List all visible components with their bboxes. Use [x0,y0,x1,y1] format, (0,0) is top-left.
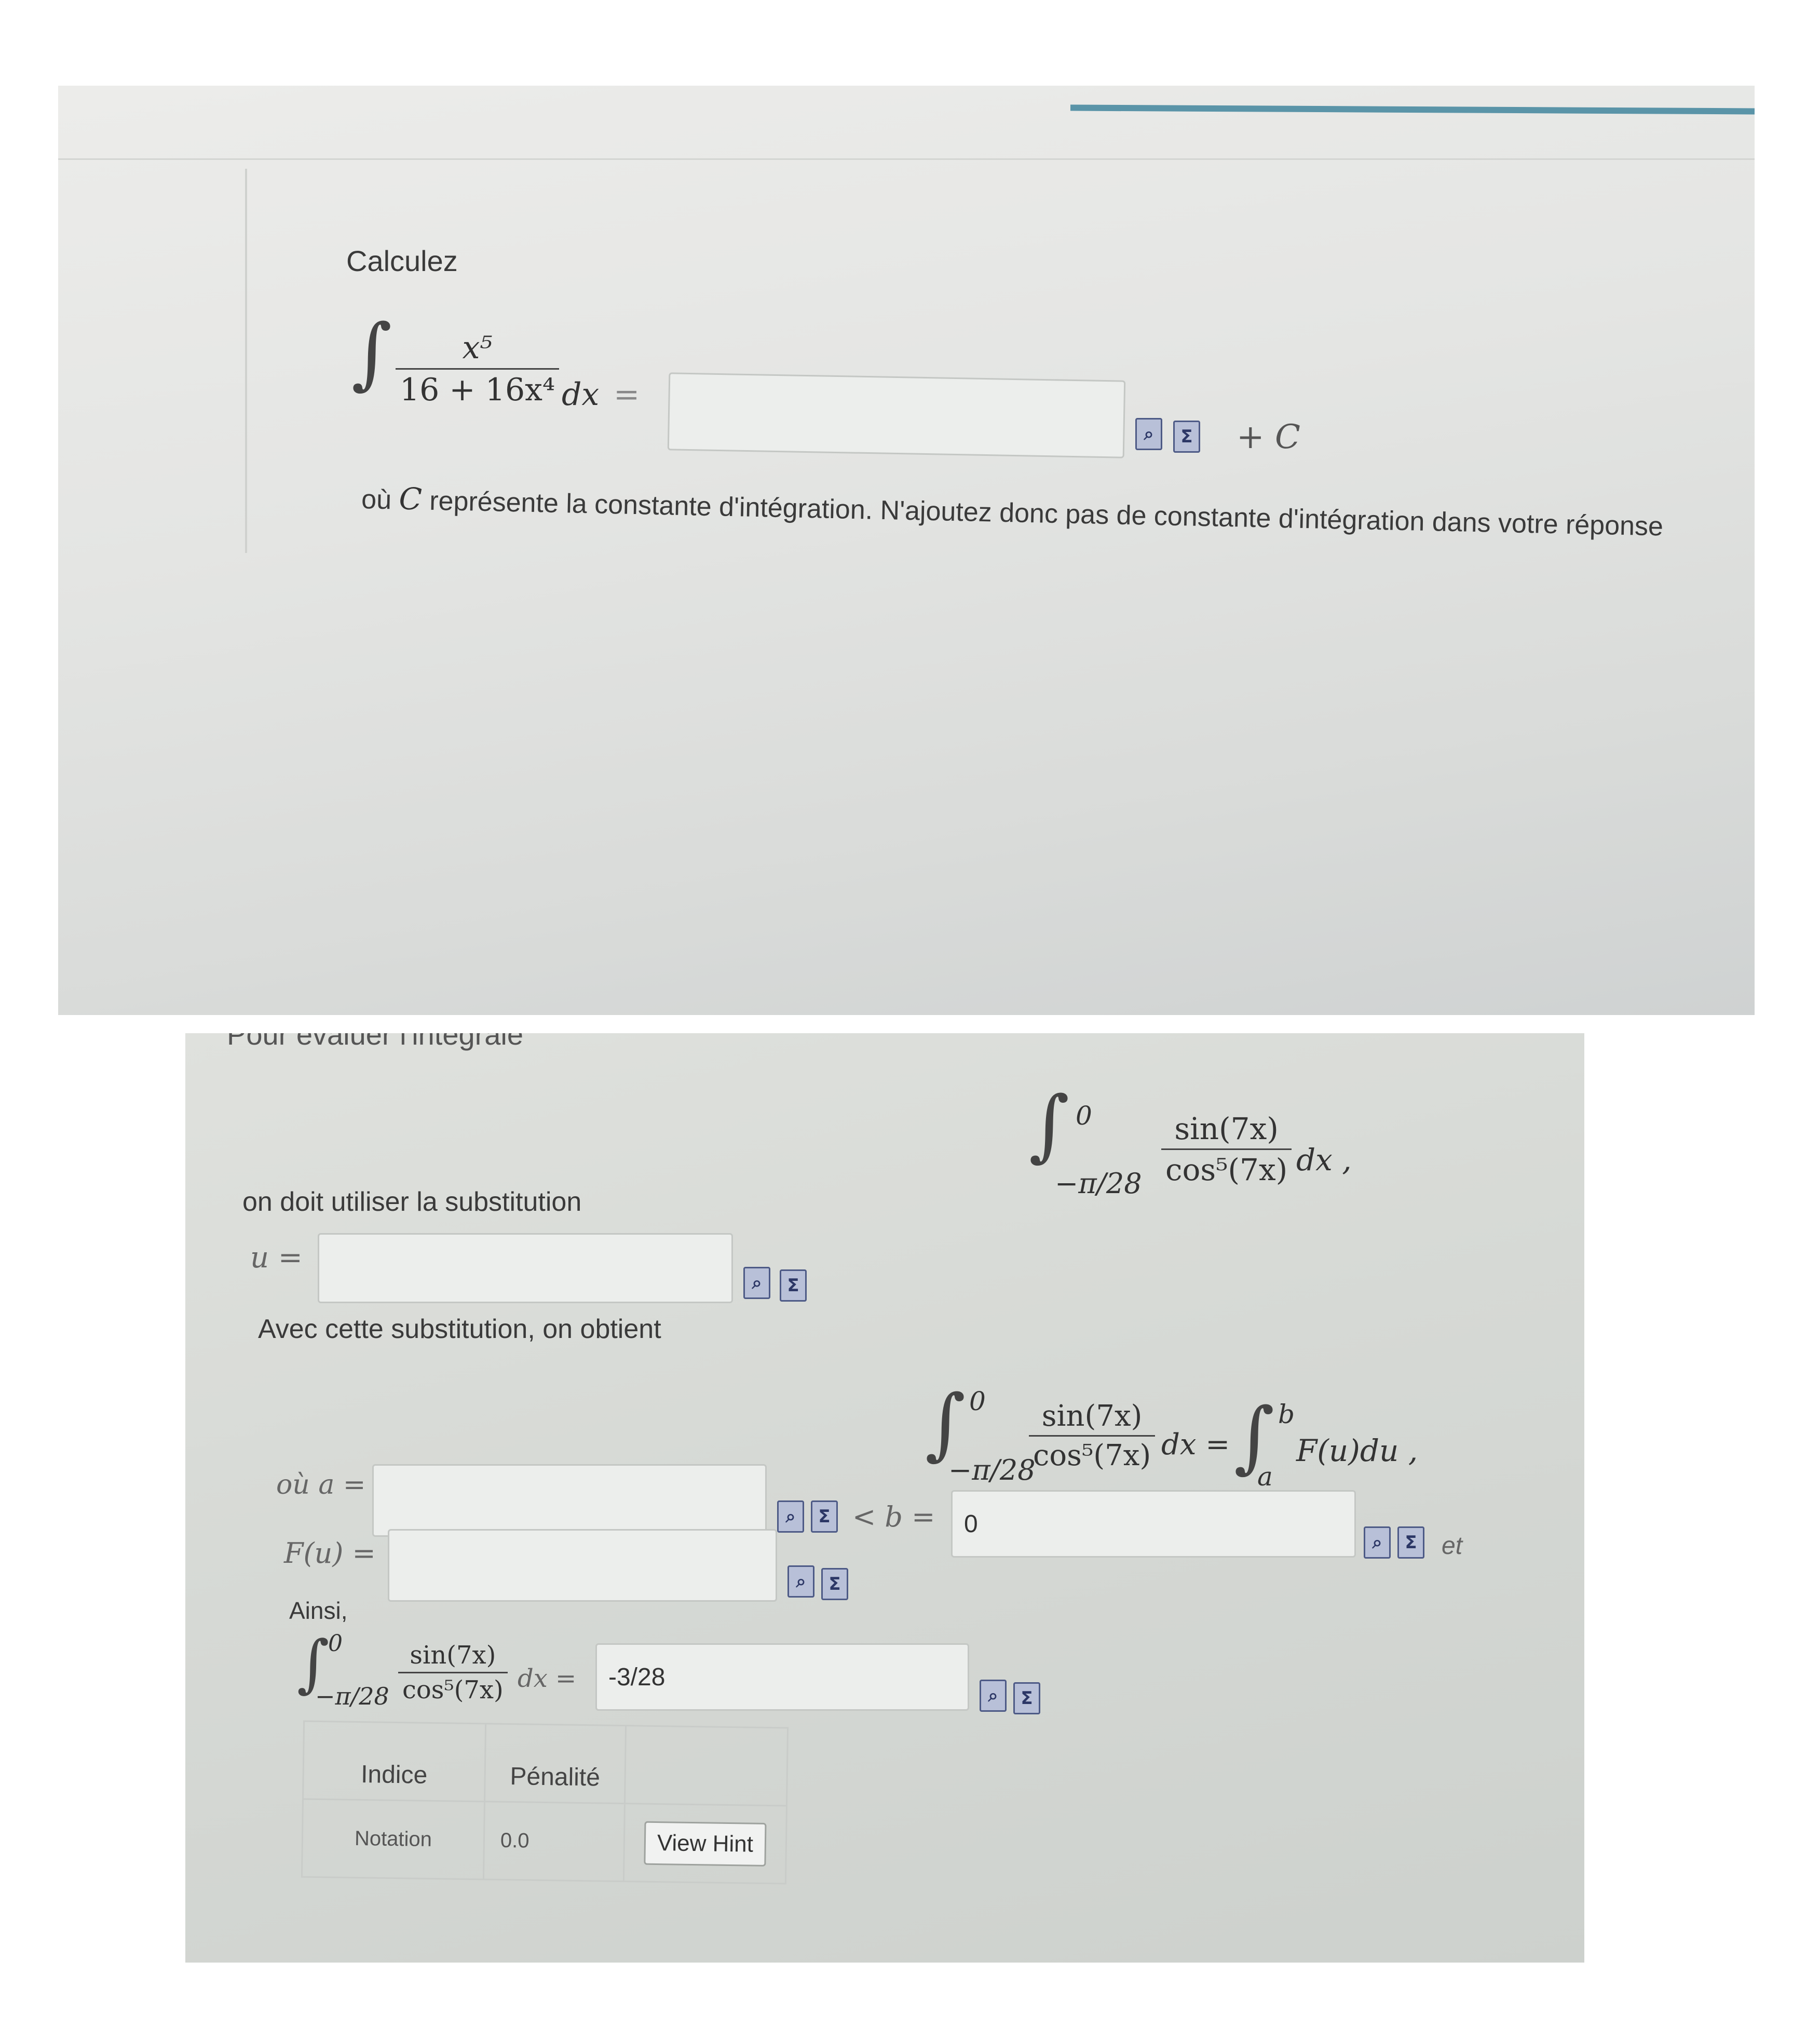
dx-equals-2: dx = [1161,1428,1230,1462]
upper-limit-3: 0 [328,1630,343,1657]
preview-icon[interactable]: ⌕ [1364,1526,1391,1559]
preview-icon[interactable]: ⌕ [777,1500,804,1533]
ainsi-text: Ainsi, [289,1597,348,1624]
plus-c: + C [1237,418,1300,456]
a-input[interactable] [372,1464,767,1537]
b-label: < b = [852,1500,935,1533]
preview-icon[interactable]: ⌕ [743,1267,770,1299]
rhs-integrand: F(u)du , [1296,1433,1418,1468]
denominator-2: cos⁵(7x) [1033,1439,1151,1472]
integrand-numerator: x⁵ [462,330,493,366]
integrand-fraction-2: sin(7x) cos⁵(7x) [1029,1399,1156,1472]
prompt-text: Calculez [346,245,458,277]
integral-answer-input[interactable] [667,372,1126,458]
integral-sign: ∫ [351,308,392,398]
note-c: C [398,481,423,517]
integrand-fraction-3: sin(7x) cos⁵(7x) [398,1641,508,1705]
a-label: où a = [276,1469,366,1500]
equals-sign: = [614,376,640,413]
hint-table: Indice Pénalité Notation 0.0 View Hint [301,1720,789,1884]
equation-editor-icon[interactable]: Σ [811,1500,838,1533]
dx-equals-3: dx = [518,1664,577,1693]
et-text: et [1442,1532,1463,1560]
denominator-3: cos⁵(7x) [402,1675,504,1705]
upper-limit-2: 0 [969,1386,986,1416]
dx-label: dx [562,376,600,413]
denominator-1: cos⁵(7x) [1165,1152,1288,1187]
integral-sign-1: ∫ [1029,1080,1070,1170]
top-screenshot: Calculez ∫ x⁵ 16 + 16x⁴ dx = ⌕ Σ + C où … [58,86,1755,1015]
b-input[interactable]: 0 [951,1490,1356,1558]
hint-header-indice: Indice [303,1721,486,1802]
dx-comma-1: dx , [1296,1142,1352,1178]
rhs-upper-limit: b [1278,1399,1295,1429]
hint-header-penalite: Pénalité [484,1723,626,1804]
hint-header-empty [624,1725,788,1806]
f-label: F(u) = [284,1537,376,1570]
top-accent-bar [1070,104,1755,115]
evaluate-heading: Pour évaluer l'intégrale [227,1033,524,1051]
preview-icon[interactable]: ⌕ [980,1680,1007,1712]
lower-limit-3: −π/28 [315,1682,389,1710]
integrand-denominator: 16 + 16x⁴ [400,372,555,408]
substitution-text: on doit utiliser la substitution [242,1187,582,1217]
left-rule [245,169,247,553]
hint-cell-notation: Notation [302,1798,485,1879]
lower-limit-1: −π/28 [1055,1167,1142,1200]
obtain-text: Avec cette substitution, on obtient [258,1314,661,1344]
upper-limit-1: 0 [1076,1101,1092,1131]
equation-editor-icon[interactable]: Σ [1397,1526,1424,1559]
numerator-3: sin(7x) [410,1641,496,1670]
equation-editor-icon[interactable]: Σ [1173,421,1200,453]
lower-limit-2: −π/28 [948,1454,1036,1486]
constant-note: où C représente la constante d'intégrati… [361,480,1664,543]
u-input[interactable] [318,1233,733,1303]
preview-icon[interactable]: ⌕ [787,1565,814,1598]
note-prefix: où [361,484,392,516]
preview-icon[interactable]: ⌕ [1135,418,1162,450]
bottom-screenshot: Pour évaluer l'intégrale ∫ 0 −π/28 sin(7… [185,1033,1584,1963]
rhs-lower-limit: a [1257,1462,1273,1492]
equation-editor-icon[interactable]: Σ [780,1269,807,1302]
numerator-2: sin(7x) [1041,1399,1143,1433]
f-input[interactable] [388,1529,777,1602]
numerator-1: sin(7x) [1174,1111,1279,1146]
view-hint-button[interactable]: View Hint [644,1821,767,1867]
integrand-fraction-1: sin(7x) cos⁵(7x) [1161,1111,1292,1187]
note-text: représente la constante d'intégration. N… [429,485,1664,542]
hint-cell-button: View Hint [623,1803,787,1884]
result-input[interactable]: -3/28 [595,1643,969,1711]
top-divider [58,158,1755,160]
u-label: u = [250,1241,303,1275]
equation-editor-icon[interactable]: Σ [1013,1682,1040,1714]
equation-editor-icon[interactable]: Σ [821,1568,848,1600]
hint-cell-penalty: 0.0 [483,1801,625,1882]
integrand-fraction: x⁵ 16 + 16x⁴ [396,330,560,408]
